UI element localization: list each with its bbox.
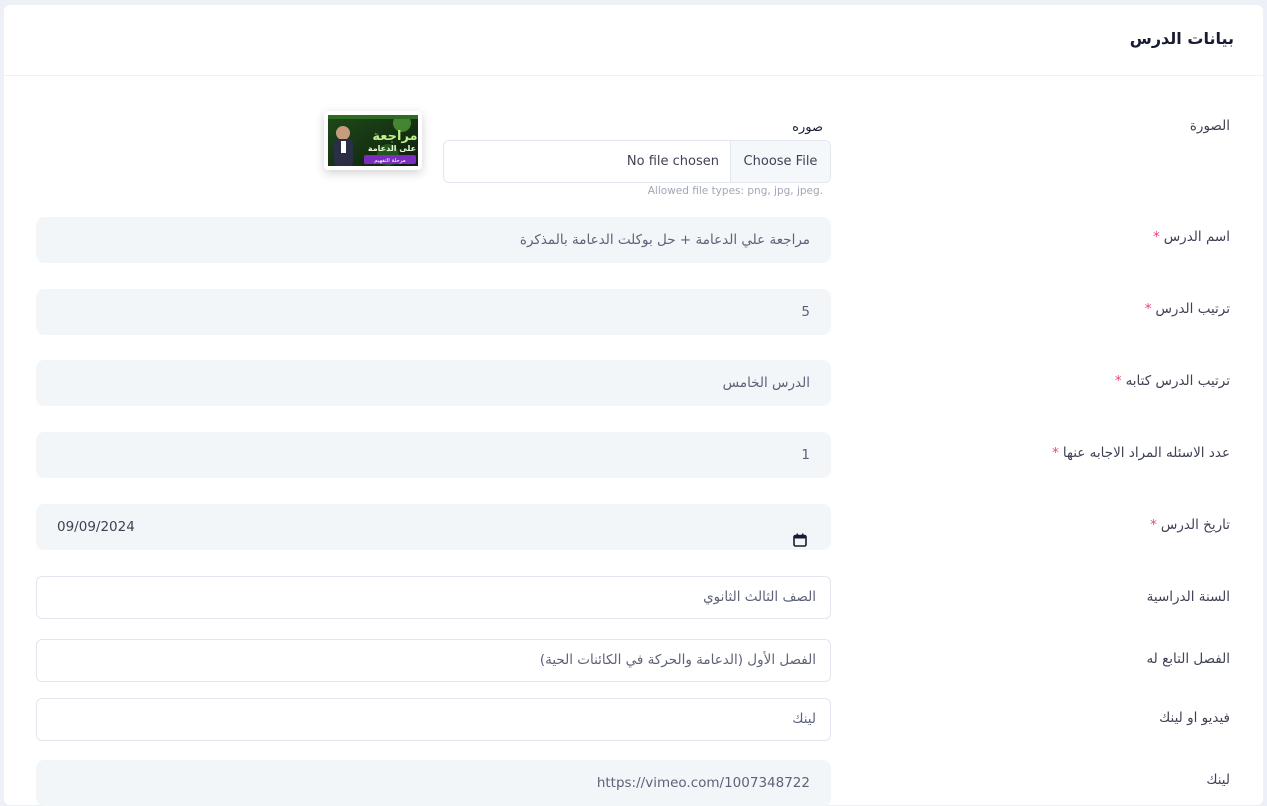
thumbnail-headline-2: على الدعامة — [368, 144, 416, 153]
file-status: No file chosen — [626, 154, 719, 169]
video-or-link-select[interactable]: لينك — [36, 698, 831, 741]
questions-count-input[interactable]: 1 — [36, 432, 831, 478]
required-marker: * — [1052, 445, 1059, 461]
required-marker: * — [1152, 229, 1160, 245]
image-label: الصورة — [1189, 118, 1230, 134]
thumbnail-headline-1: مراجعة — [372, 129, 417, 144]
link-value: https://vimeo.com/1007348722 — [596, 775, 810, 791]
card-header: بيانات الدرس — [4, 5, 1263, 76]
school-year-label: السنة الدراسية — [1146, 589, 1230, 605]
lesson-order-text-label: ترتيب الدرس كتابه* — [1115, 373, 1230, 389]
calendar-icon[interactable] — [793, 520, 807, 550]
lesson-name-label: اسم الدرس* — [1153, 229, 1230, 245]
school-year-select[interactable]: الصف الثالث الثانوي — [36, 576, 831, 619]
lesson-date-label: تاريخ الدرس* — [1150, 517, 1230, 533]
image-file-input[interactable]: Choose File No file chosen — [443, 140, 831, 183]
questions-count-label-text: عدد الاسئله المراد الاجابه عنها — [1062, 445, 1230, 461]
video-or-link-label: فيديو او لينك — [1159, 710, 1230, 726]
required-marker: * — [1150, 517, 1157, 533]
lesson-date-label-text: تاريخ الدرس — [1160, 517, 1230, 533]
thumbnail-banner: مرحلة التفهيم — [374, 158, 405, 164]
required-marker: * — [1144, 301, 1152, 317]
questions-count-label: عدد الاسئله المراد الاجابه عنها* — [1052, 445, 1230, 461]
lesson-order-input[interactable]: 5 — [36, 289, 831, 335]
card-title: بيانات الدرس — [1129, 29, 1234, 48]
lesson-data-card: بيانات الدرس الصورة صوره Choose File No … — [4, 5, 1263, 806]
lesson-name-input[interactable]: مراجعة علي الدعامة + حل بوكلت الدعامة با… — [36, 217, 831, 263]
lesson-order-text-input[interactable]: الدرس الخامس — [36, 360, 831, 406]
lesson-image-thumbnail: مراجعة على الدعامة مرحلة التفهيم — [324, 111, 422, 170]
image-caption: صوره — [792, 120, 823, 135]
lesson-date-value: 09/09/2024 — [57, 519, 135, 535]
file-types-hint: Allowed file types: png, jpg, jpeg. — [647, 185, 823, 197]
lesson-order-text-label-text: ترتيب الدرس كتابه — [1125, 373, 1230, 389]
lesson-name-label-text: اسم الدرس — [1163, 229, 1230, 245]
lesson-date-input[interactable]: 09/09/2024 — [36, 504, 831, 550]
link-label: لينك — [1206, 772, 1230, 788]
chapter-select[interactable]: الفصل الأول (الدعامة والحركة في الكائنات… — [36, 639, 831, 682]
lesson-order-label-text: ترتيب الدرس — [1155, 301, 1230, 317]
chapter-label: الفصل التابع له — [1146, 651, 1230, 667]
required-marker: * — [1114, 373, 1122, 389]
lesson-order-label: ترتيب الدرس* — [1145, 301, 1230, 317]
link-input[interactable]: https://vimeo.com/1007348722 — [36, 760, 831, 806]
choose-file-button[interactable]: Choose File — [730, 141, 830, 182]
